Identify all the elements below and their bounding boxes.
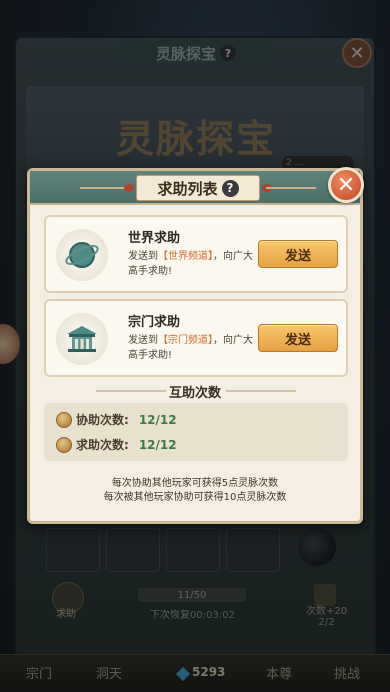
mutual-help-counts: 协助次数: 12/12 求助次数: 12/12 (44, 403, 348, 461)
assist-count-row: 协助次数: 12/12 (56, 411, 177, 428)
request-count-row: 求助次数: 12/12 (56, 436, 177, 453)
request-count-label: 求助次数: (76, 438, 129, 452)
question-icon[interactable]: ? (221, 179, 239, 197)
header-deco-line (80, 187, 130, 189)
close-icon: ✕ (336, 172, 356, 198)
header-deco-line (266, 187, 316, 189)
desc-prefix: 发送到 (128, 335, 158, 346)
close-button[interactable]: ✕ (328, 167, 364, 203)
help-list-dialog: 求助列表 ? ✕ 世界求助 发送到【世界频道】，向广大高手求助! 发送 宗门求助… (27, 167, 364, 524)
header-knot-icon (124, 184, 134, 192)
sect-channel-name: 【宗门频道】 (158, 335, 213, 346)
dialog-title: 求助列表 (157, 179, 218, 198)
pavilion-icon (56, 313, 108, 365)
world-help-card: 世界求助 发送到【世界频道】，向广大高手求助! 发送 (44, 215, 348, 293)
assist-count-label: 协助次数: (76, 413, 129, 427)
world-help-desc: 发送到【世界频道】，向广大高手求助! (128, 249, 256, 279)
world-channel-name: 【世界频道】 (158, 251, 213, 262)
request-count-value: 12/12 (138, 437, 177, 452)
note-line: 每次被其他玩家协助可获得10点灵脉次数 (103, 492, 287, 503)
sect-send-button[interactable]: 发送 (258, 324, 338, 352)
reward-notes: 每次协助其他玩家可获得5点灵脉次数 每次被其他玩家协助可获得10点灵脉次数 (30, 477, 360, 505)
assist-count-value: 12/12 (138, 412, 177, 427)
desc-prefix: 发送到 (128, 251, 158, 262)
world-send-button[interactable]: 发送 (258, 240, 338, 268)
sect-help-desc: 发送到【宗门频道】，向广大高手求助! (128, 333, 256, 363)
mutual-help-title: 互助次数 (168, 386, 221, 401)
dialog-header: 求助列表 ? (30, 171, 360, 205)
sect-help-card: 宗门求助 发送到【宗门频道】，向广大高手求助! 发送 (44, 299, 348, 377)
note-line: 每次协助其他玩家可获得5点灵脉次数 (111, 478, 279, 489)
dialog-title-plate: 求助列表 ? (136, 175, 260, 201)
section-divider (226, 390, 296, 392)
world-help-title: 世界求助 (128, 231, 181, 246)
request-hand-icon (56, 436, 72, 453)
sect-help-title: 宗门求助 (128, 315, 181, 330)
globe-icon (56, 229, 108, 281)
assist-hand-icon (56, 411, 72, 428)
